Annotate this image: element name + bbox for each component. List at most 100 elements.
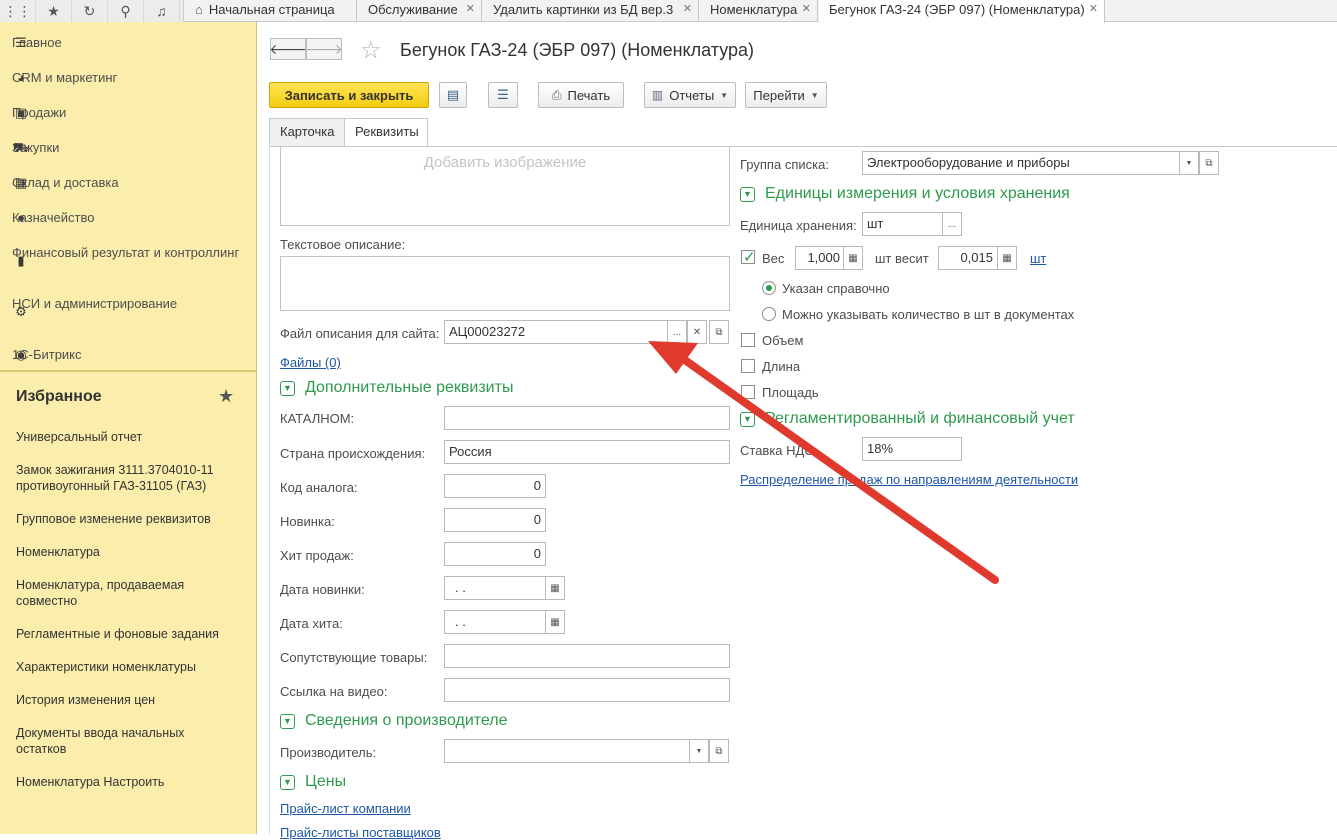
dropdown-button[interactable]: ▼ <box>1179 151 1199 175</box>
image-area[interactable]: Добавить изображение <box>280 146 730 226</box>
favorite-item[interactable]: Характеристики номенклатуры <box>16 659 236 675</box>
extra-requisites-group[interactable]: ▼ Дополнительные реквизиты <box>280 379 513 397</box>
sales-distribution-link[interactable]: Распределение продаж по направлениям дея… <box>740 472 1078 487</box>
add-favorite-star-icon[interactable]: ☆ <box>360 36 382 65</box>
tab-label: Обслуживание <box>368 2 458 17</box>
units-group[interactable]: ▼ Единицы измерения и условия хранения <box>740 185 1070 203</box>
manufacturer-group[interactable]: ▼ Сведения о производителе <box>280 712 508 730</box>
calculator-button[interactable]: ▦ <box>997 246 1017 270</box>
favorite-item[interactable]: Регламентные и фоновые задания <box>16 626 236 642</box>
bestseller-field[interactable]: 0 <box>444 542 546 566</box>
favorite-item[interactable]: Документы ввода начальных остатков <box>16 725 236 757</box>
select-button[interactable]: ... <box>667 320 687 344</box>
video-link-field[interactable] <box>444 678 730 702</box>
section-label: CRM и маркетинг <box>12 70 118 85</box>
weight-checkbox[interactable] <box>741 248 756 266</box>
close-icon[interactable]: ✕ <box>466 0 475 19</box>
section-label: НСИ и администрирование <box>12 296 178 311</box>
section-sales[interactable]: ▣ Продажи <box>12 105 66 121</box>
save-close-button[interactable]: Записать и закрыть <box>269 82 429 108</box>
tab-card[interactable]: Карточка <box>269 118 345 146</box>
field-label: Дата новинки: <box>280 582 365 597</box>
tab-nomenclature[interactable]: Номенклатура ✕ <box>700 0 818 22</box>
bell-icon[interactable]: ♫ <box>144 0 180 22</box>
storage-unit-field[interactable]: шт <box>862 212 944 236</box>
clear-button[interactable]: ✕ <box>687 320 707 344</box>
section-admin[interactable]: ⚙ НСИ и администрирование <box>12 296 177 320</box>
novelty-field[interactable]: 0 <box>444 508 546 532</box>
dropdown-button[interactable]: ▼ <box>689 739 709 763</box>
forward-button[interactable]: 🡒 <box>305 38 343 60</box>
section-finance[interactable]: ▮ Финансовый результат и контроллинг <box>12 245 239 269</box>
section-warehouse[interactable]: ▦ Склад и доставка <box>12 175 119 191</box>
analog-code-field[interactable]: 0 <box>444 474 546 498</box>
radio-documents[interactable] <box>762 307 776 321</box>
print-button[interactable]: ⎙ Печать <box>538 82 624 108</box>
list-group-field[interactable]: Электрооборудование и приборы <box>862 151 1180 175</box>
section-bitrix[interactable]: ◉ 1С-Битрикс <box>12 347 82 363</box>
reports-button[interactable]: ▥ Отчеты ▼ <box>644 82 736 108</box>
section-treasury[interactable]: ● Казначейство <box>12 210 94 226</box>
apps-grid-icon[interactable]: ⋮⋮ <box>0 0 36 22</box>
radio-reference[interactable] <box>762 281 776 295</box>
tab-current-item[interactable]: Бегунок ГАЗ-24 (ЭБР 097) (Номенклатура) ✕ <box>819 0 1105 24</box>
favorites-star-icon[interactable]: ★ <box>36 0 72 22</box>
report-icon: ▥ <box>651 88 664 102</box>
tab-home[interactable]: ⌂ Начальная страница <box>185 0 357 22</box>
open-button[interactable]: ⧉ <box>709 739 729 763</box>
history-icon[interactable]: ↻ <box>72 0 108 22</box>
favorite-item[interactable]: Номенклатура Настроить <box>16 774 236 790</box>
goto-button[interactable]: Перейти ▼ <box>745 82 827 108</box>
tab-requisites[interactable]: Реквизиты <box>344 118 428 147</box>
open-button[interactable]: ⧉ <box>709 320 729 344</box>
weight-field[interactable]: 1,000 <box>795 246 845 270</box>
site-file-field[interactable]: АЦ00023272 <box>444 320 668 344</box>
close-icon[interactable]: ✕ <box>1089 0 1098 19</box>
novelty-date-field[interactable]: . . <box>444 576 546 600</box>
section-main[interactable]: ☰ Главное <box>12 35 62 51</box>
favorite-item[interactable]: Универсальный отчет <box>16 429 236 445</box>
price-list-link[interactable]: Прайс-лист компании <box>280 801 411 816</box>
files-link[interactable]: Файлы (0) <box>280 355 341 370</box>
storage-unit-label: Единица хранения: <box>740 218 857 233</box>
volume-checkbox[interactable] <box>741 333 755 347</box>
radio-label: Указан справочно <box>782 281 890 296</box>
tab-service[interactable]: Обслуживание ✕ <box>358 0 482 22</box>
length-checkbox[interactable] <box>741 359 755 373</box>
tab-delete-images[interactable]: Удалить картинки из БД вер.3 ✕ <box>483 0 699 22</box>
supplier-price-lists-link[interactable]: Прайс-листы поставщиков <box>280 825 441 840</box>
vat-field[interactable]: 18% <box>862 437 962 461</box>
favorites-star-icon[interactable]: ★ <box>218 386 234 407</box>
site-file-label: Файл описания для сайта: <box>280 326 440 341</box>
manufacturer-field[interactable] <box>444 739 690 763</box>
section-purchases[interactable]: ⛟ Закупки <box>12 140 59 156</box>
favorite-item[interactable]: Групповое изменение реквизитов <box>16 511 236 527</box>
country-field[interactable]: Россия <box>444 440 730 464</box>
list-button[interactable]: ☰ <box>488 82 518 108</box>
calculator-button[interactable]: ▦ <box>843 246 863 270</box>
select-button[interactable]: ... <box>942 212 962 236</box>
favorite-item[interactable]: Номенклатура <box>16 544 236 560</box>
favorite-item[interactable]: Замок зажигания 3111.3704010-11 противоу… <box>16 462 236 494</box>
related-goods-field[interactable] <box>444 644 730 668</box>
calendar-button[interactable]: ▦ <box>545 576 565 600</box>
favorite-item[interactable]: История изменения цен <box>16 692 236 708</box>
accounting-group[interactable]: ▼ Регламентированный и финансовый учет <box>740 410 1075 428</box>
favorite-item[interactable]: Номенклатура, продаваемая совместно <box>16 577 236 609</box>
close-icon[interactable]: ✕ <box>683 0 692 19</box>
close-icon[interactable]: ✕ <box>802 0 811 19</box>
back-button[interactable]: 🡐 <box>269 38 307 60</box>
catalnom-field[interactable] <box>444 406 730 430</box>
text-description-field[interactable] <box>280 256 730 311</box>
prices-group[interactable]: ▼ Цены <box>280 773 346 791</box>
calendar-button[interactable]: ▦ <box>545 610 565 634</box>
section-crm[interactable]: ◕ CRM и маркетинг <box>12 70 117 86</box>
save-button[interactable]: ▤ <box>439 82 467 108</box>
bestseller-date-field[interactable]: . . <box>444 610 546 634</box>
weight-unit-link[interactable]: шт <box>1030 251 1046 266</box>
sidebar: ☰ Главное ◕ CRM и маркетинг ▣ Продажи ⛟ Заку… <box>0 22 257 834</box>
open-button[interactable]: ⧉ <box>1199 151 1219 175</box>
area-checkbox[interactable] <box>741 385 755 399</box>
weight-per-unit-field[interactable]: 0,015 <box>938 246 998 270</box>
search-icon[interactable]: ⚲ <box>108 0 144 22</box>
